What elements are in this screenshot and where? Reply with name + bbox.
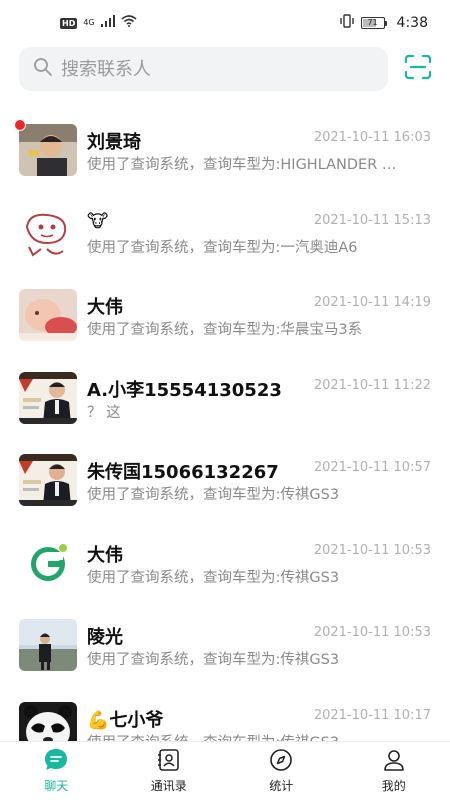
message-preview: 使用了查询系统，查询车型为:一汽奥迪A6 (87, 239, 358, 256)
search-icon (33, 57, 53, 81)
bottom-nav: 聊天 通讯录 统计 我的 (0, 741, 450, 800)
scan-button[interactable] (403, 54, 433, 84)
signal-icon (100, 15, 115, 31)
chat-icon (43, 747, 69, 773)
avatar (19, 371, 77, 424)
chat-item[interactable]: 陵光 2021-10-11 10:53 使用了查询系统，查询车型为:传祺GS3 (0, 607, 450, 690)
avatar (19, 289, 77, 341)
message-time: 2021-10-11 10:57 (313, 460, 431, 475)
message-time: 2021-10-11 11:22 (313, 377, 431, 393)
nav-label: 我的 (381, 779, 406, 793)
chat-item[interactable]: 🐮 2021-10-11 15:13 使用了查询系统，查询车型为:一汽奥迪A6 (0, 195, 450, 278)
contact-name: 💪七小爷 (87, 709, 164, 731)
status-right: 71 4:38 (339, 14, 428, 32)
message-preview: 使用了查询系统，查询车型为:传祺GS3 (87, 487, 340, 503)
message-time: 2021-10-11 15:13 (313, 212, 431, 228)
compass-icon (268, 747, 294, 773)
battery-level: 71 (367, 18, 378, 27)
nav-label: 统计 (269, 779, 294, 793)
battery-icon: 71 (360, 17, 387, 29)
chat-item[interactable]: 大伟 2021-10-11 10:53 使用了查询系统，查询车型为:传祺GS3 (0, 525, 450, 608)
contact-name: 陵光 (87, 627, 123, 648)
chat-list: 刘景琦 2021-10-11 16:03 使用了查询系统，查询车型为:HIGHL… (0, 112, 450, 772)
contacts-icon (156, 747, 182, 773)
message-preview: 使用了查询系统，查询车型为:传祺GS3 (87, 569, 340, 586)
contact-name: 大伟 (87, 297, 123, 318)
unread-dot (14, 119, 26, 131)
message-time: 2021-10-11 16:03 (313, 130, 431, 145)
avatar (19, 536, 77, 589)
avatar (19, 619, 77, 671)
chat-item[interactable]: 朱传国15066132267 2021-10-11 10:57 使用了查询系统，… (0, 442, 450, 525)
message-time: 2021-10-11 10:53 (313, 542, 431, 558)
status-left: HD 4G (60, 15, 137, 31)
contact-name: 刘景琦 (87, 132, 141, 153)
network-label: 4G (83, 18, 95, 27)
avatar (19, 454, 77, 506)
chat-item[interactable]: 刘景琦 2021-10-11 16:03 使用了查询系统，查询车型为:HIGHL… (0, 112, 450, 195)
message-time: 2021-10-11 10:17 (313, 707, 431, 723)
hd-badge: HD (60, 17, 78, 29)
avatar (19, 206, 77, 259)
nav-label: 聊天 (44, 779, 69, 793)
contact-name: 朱传国15066132267 (87, 462, 279, 483)
message-preview: 使用了查询系统，查询车型为:华晨宝马3系 (87, 322, 363, 338)
search-input[interactable] (61, 58, 361, 80)
chat-item[interactable]: A.小李15554130523 2021-10-11 11:22 ？ 这 (0, 360, 450, 443)
nav-tab-profile[interactable]: 我的 (338, 742, 450, 800)
message-preview: 使用了查询系统，查询车型为:传祺GS3 (87, 652, 340, 668)
vibrate-icon (339, 14, 355, 32)
contact-name: 🐮 (87, 210, 109, 232)
message-preview: ？ 这 (87, 404, 121, 421)
clock: 4:38 (396, 15, 428, 31)
message-preview: 使用了查询系统，查询车型为:HIGHLANDER … (87, 157, 397, 173)
search-row (19, 47, 433, 91)
search-box[interactable] (19, 47, 388, 91)
profile-icon (381, 747, 407, 773)
nav-tab-contacts[interactable]: 通讯录 (113, 742, 226, 800)
nav-label: 通讯录 (150, 779, 187, 793)
nav-tab-chat[interactable]: 聊天 (0, 742, 113, 800)
message-time: 2021-10-11 10:53 (313, 625, 431, 640)
scan-icon (404, 54, 432, 84)
contact-name: 大伟 (87, 544, 123, 566)
contact-name: A.小李15554130523 (87, 379, 282, 401)
nav-tab-stats[interactable]: 统计 (225, 742, 338, 800)
wifi-icon (121, 15, 137, 31)
message-time: 2021-10-11 14:19 (313, 295, 431, 310)
status-bar: HD 4G 71 4:38 (0, 0, 450, 46)
chat-item[interactable]: 大伟 2021-10-11 14:19 使用了查询系统，查询车型为:华晨宝马3系 (0, 277, 450, 360)
avatar (19, 124, 77, 176)
